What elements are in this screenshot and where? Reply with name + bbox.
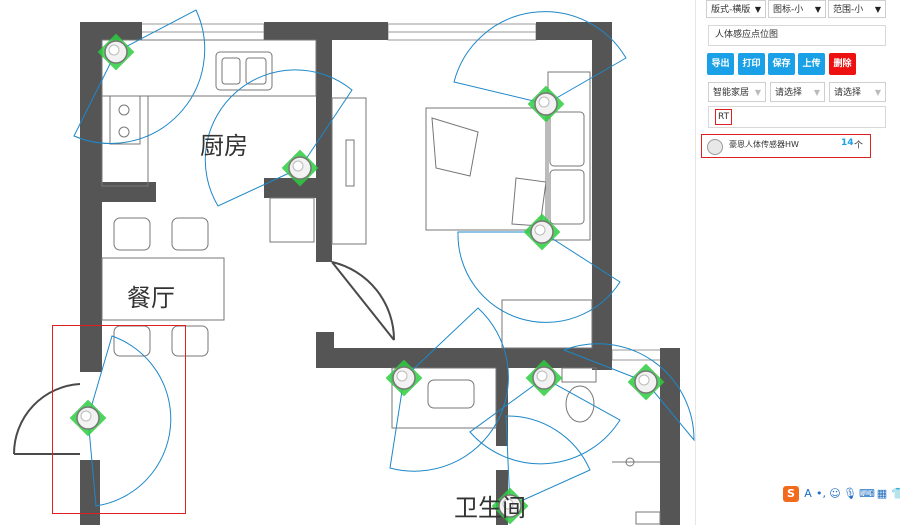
icon-size-select[interactable]: 图标-小 ▼ — [768, 0, 826, 18]
chevron-down-icon: ▼ — [874, 88, 881, 97]
filter-input[interactable]: RT — [708, 106, 886, 128]
punctuation-icon[interactable]: •, — [816, 486, 826, 502]
floorplan-canvas[interactable]: 厨房 餐厅 卫生间 — [0, 0, 695, 525]
upload-button[interactable]: 上传 — [798, 53, 825, 75]
range-select-value: 范围-小 — [833, 5, 864, 15]
selection-box — [52, 325, 186, 514]
room-label-kitchen: 厨房 — [200, 132, 248, 160]
subcategory-select-1[interactable]: 请选择 ▼ — [770, 82, 825, 102]
layout-select-value: 版式-横版 — [711, 5, 751, 15]
chevron-down-icon: ▼ — [813, 88, 820, 97]
save-button[interactable]: 保存 — [768, 53, 795, 75]
export-button[interactable]: 导出 — [707, 53, 734, 75]
sensor-count: 14 — [841, 138, 854, 148]
room-label-dining: 餐厅 — [127, 284, 175, 312]
microphone-icon[interactable]: 🎙 — [843, 486, 857, 502]
sensor-icon[interactable] — [527, 85, 565, 123]
chevron-down-icon: ▼ — [814, 5, 821, 14]
subcategory-select-2-value: 请选择 — [834, 88, 862, 98]
sensor-count-unit: 个 — [854, 141, 864, 151]
range-select[interactable]: 范围-小 ▼ — [828, 0, 886, 18]
layout-select[interactable]: 版式-横版 ▼ — [706, 0, 766, 18]
chinese-mode-icon[interactable]: A — [802, 486, 814, 502]
skin-icon[interactable]: 👕 — [891, 486, 900, 502]
emoji-icon[interactable]: ☺ — [829, 486, 841, 502]
delete-button[interactable]: 删除 — [829, 53, 856, 75]
keyboard-icon[interactable]: ⌨ — [859, 486, 875, 502]
print-button[interactable]: 打印 — [738, 53, 765, 75]
chevron-down-icon: ▼ — [754, 88, 761, 97]
sogou-ime-icon[interactable]: S — [783, 486, 799, 502]
sensor-name: 豪恩人体传感器HW — [729, 140, 799, 149]
control-panel — [695, 0, 900, 525]
sensor-icon[interactable] — [627, 363, 665, 401]
category-select-value: 智能家居 — [713, 88, 750, 98]
filter-input-value: RT — [715, 109, 733, 125]
sensor-icon[interactable] — [523, 213, 561, 251]
sensor-result-item[interactable]: 豪恩人体传感器HW 14 个 — [701, 135, 871, 158]
title-input[interactable]: 人体感应点位图 — [708, 25, 886, 46]
room-label-bathroom: 卫生间 — [454, 494, 526, 522]
subcategory-select-2[interactable]: 请选择 ▼ — [829, 82, 886, 102]
subcategory-select-1-value: 请选择 — [775, 88, 803, 98]
chevron-down-icon: ▼ — [754, 5, 761, 14]
sensor-thumbnail-icon — [707, 139, 723, 155]
category-select[interactable]: 智能家居 ▼ — [708, 82, 766, 102]
icon-size-select-value: 图标-小 — [773, 5, 804, 15]
bedroom-fixtures — [425, 71, 593, 349]
chevron-down-icon: ▼ — [874, 5, 881, 14]
toolbox-icon[interactable]: ▦ — [876, 486, 888, 502]
